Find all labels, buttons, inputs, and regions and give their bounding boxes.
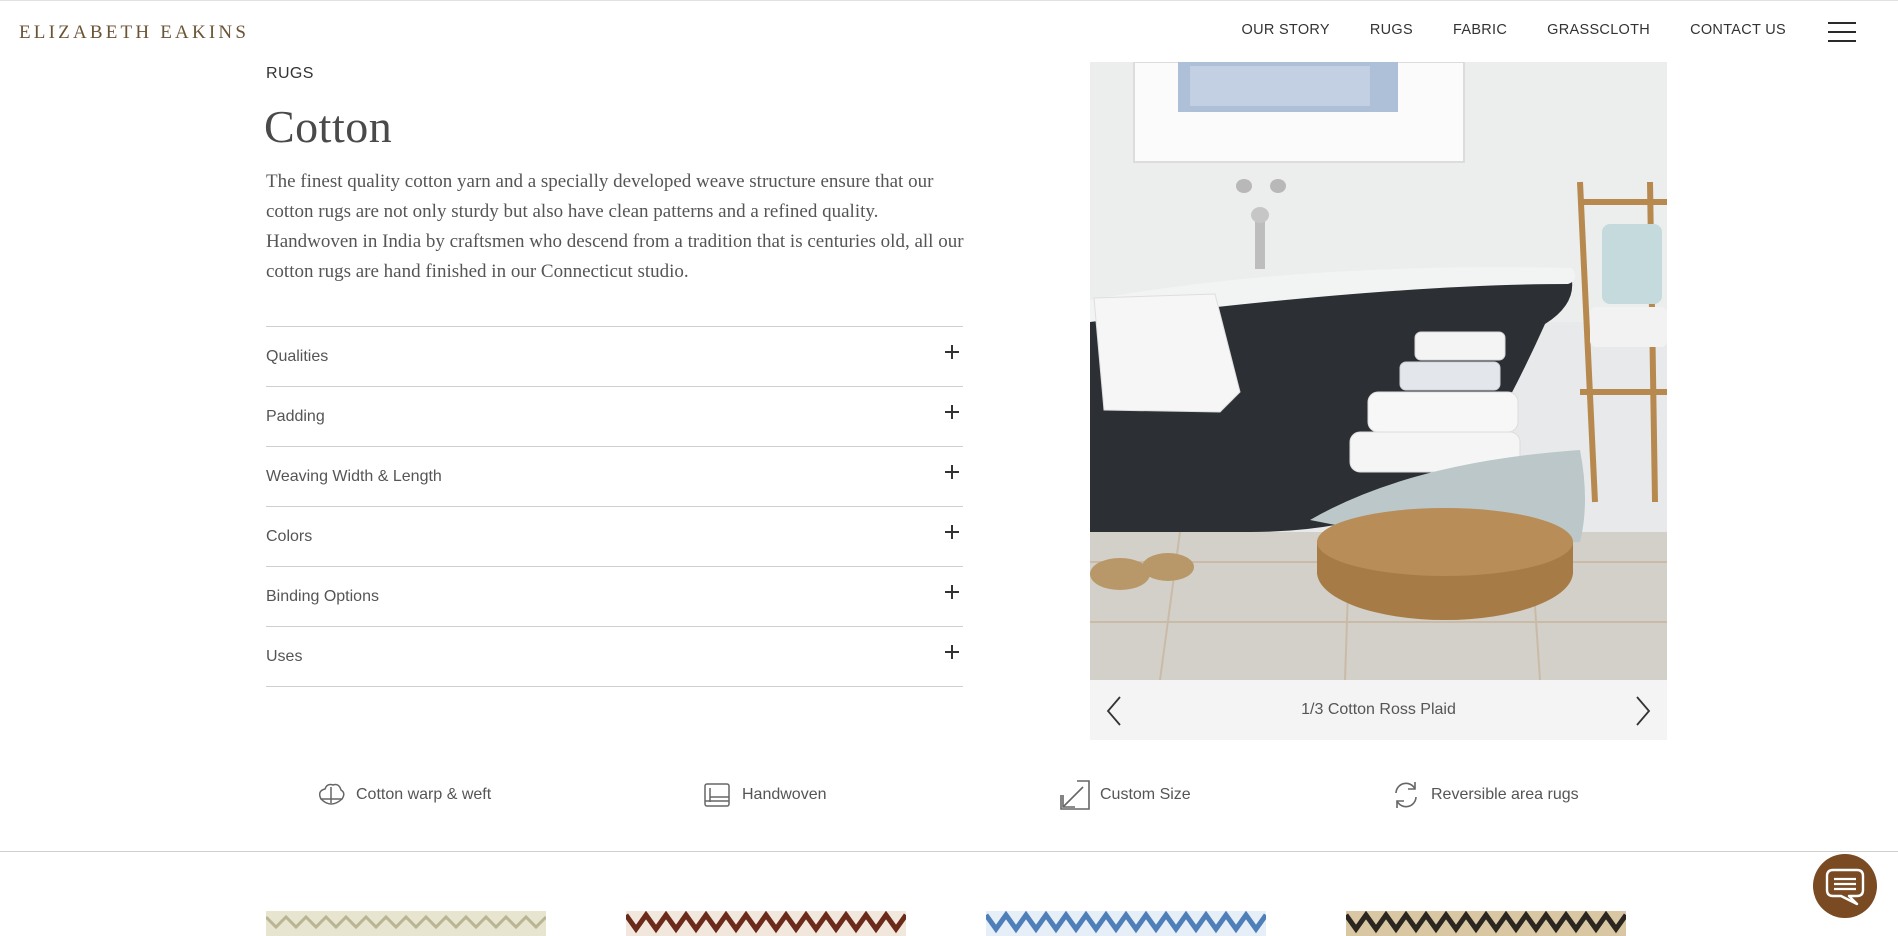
feature-list: Cotton warp & weft Handwoven Custom Size — [0, 775, 1898, 815]
resize-arrow-icon — [1060, 780, 1090, 810]
plus-icon[interactable] — [945, 465, 959, 479]
accordion-label: Binding Options — [266, 588, 379, 605]
page-title: Cotton — [264, 101, 393, 152]
accordion-label: Uses — [266, 648, 303, 665]
carousel-caption: 1/3 Cotton Ross Plaid — [1301, 701, 1456, 718]
plus-icon[interactable] — [945, 345, 959, 359]
feature-label: Custom Size — [1100, 786, 1191, 803]
accordion-item-colors[interactable]: Colors — [266, 507, 963, 567]
feature-label: Reversible area rugs — [1431, 786, 1579, 803]
accordion-item-padding[interactable]: Padding — [266, 387, 963, 447]
feature-handwoven: Handwoven — [701, 775, 827, 815]
section-divider — [0, 851, 1898, 852]
accordion-label: Padding — [266, 408, 325, 425]
accordion-item-qualities[interactable]: Qualities — [266, 327, 963, 387]
rug-swatch[interactable] — [264, 911, 548, 936]
plus-icon[interactable] — [945, 585, 959, 599]
feature-cotton: Cotton warp & weft — [315, 775, 491, 815]
nav-contact-us[interactable]: CONTACT US — [1690, 22, 1786, 38]
accordion-label: Colors — [266, 528, 313, 545]
rug-swatch[interactable] — [1343, 910, 1629, 936]
hamburger-icon[interactable] — [1828, 21, 1856, 43]
loom-icon — [704, 783, 730, 807]
feature-label: Cotton warp & weft — [356, 786, 492, 803]
plus-icon[interactable] — [945, 405, 959, 419]
refresh-icon — [1395, 782, 1417, 808]
feature-custom-size: Custom Size — [1059, 775, 1191, 815]
accordion-item-binding-options[interactable]: Binding Options — [266, 567, 963, 627]
brand-logo[interactable]: ELIZABETH EAKINS — [19, 22, 249, 44]
details-accordion: Qualities Padding Weaving Width & Length… — [266, 326, 963, 687]
nav-rugs[interactable]: RUGS — [1370, 22, 1413, 38]
carousel-caption-bar: 1/3 Cotton Ross Plaid — [1090, 680, 1667, 740]
accordion-label: Weaving Width & Length — [266, 468, 442, 485]
accordion-label: Qualities — [266, 348, 329, 365]
site-header: ELIZABETH EAKINS OUR STORY RUGS FABRIC G… — [0, 0, 1898, 62]
plus-icon[interactable] — [945, 645, 959, 659]
page-description: The finest quality cotton yarn and a spe… — [266, 171, 964, 282]
cotton-icon — [318, 783, 345, 805]
nav-grasscloth[interactable]: GRASSCLOTH — [1547, 22, 1650, 38]
nav-fabric[interactable]: FABRIC — [1453, 22, 1507, 38]
main-nav: OUR STORY RUGS FABRIC GRASSCLOTH CONTACT… — [1202, 22, 1787, 38]
chevron-right-icon[interactable] — [1627, 695, 1657, 727]
product-carousel: 1/3 Cotton Ross Plaid — [1090, 62, 1667, 740]
plus-icon[interactable] — [945, 525, 959, 539]
chat-bubble-icon — [1825, 868, 1865, 906]
rug-swatch[interactable] — [623, 910, 909, 936]
breadcrumb[interactable]: RUGS — [266, 65, 314, 83]
accordion-item-weaving-width[interactable]: Weaving Width & Length — [266, 447, 963, 507]
rug-swatch[interactable] — [983, 910, 1269, 936]
product-photo — [1090, 62, 1667, 680]
chat-button[interactable] — [1813, 854, 1877, 918]
accordion-item-uses[interactable]: Uses — [266, 627, 963, 687]
feature-label: Handwoven — [742, 786, 827, 803]
nav-our-story[interactable]: OUR STORY — [1242, 22, 1330, 38]
feature-reversible: Reversible area rugs — [1390, 775, 1579, 815]
